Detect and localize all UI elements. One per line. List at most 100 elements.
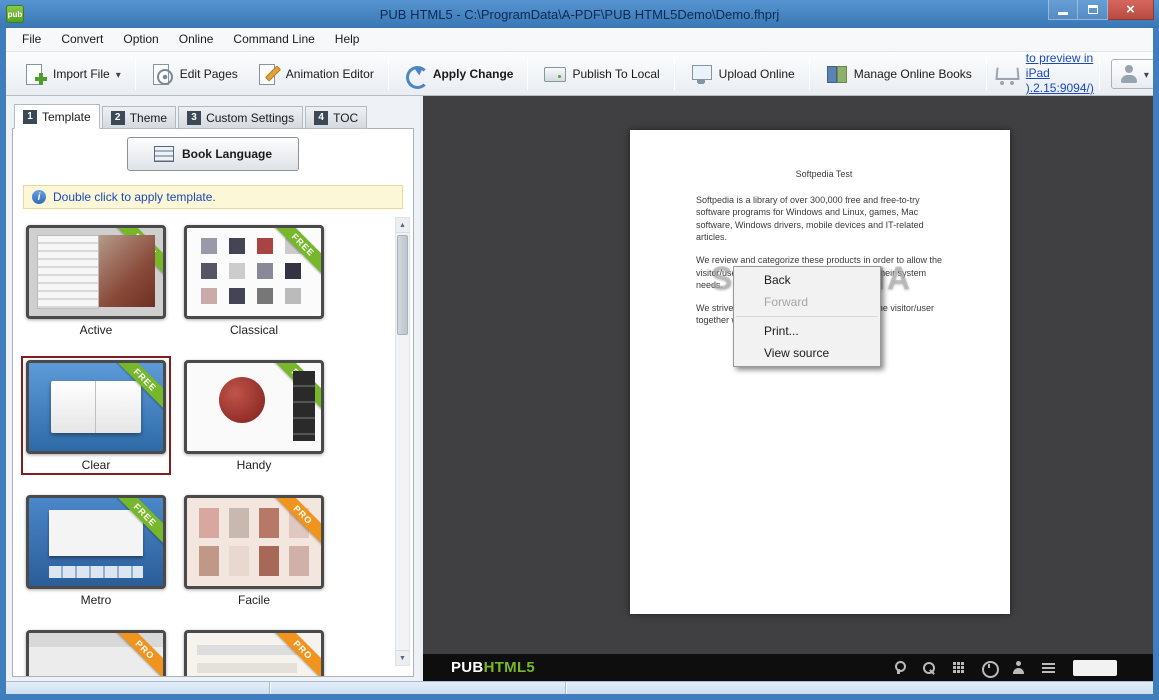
template-name: Metro xyxy=(80,593,112,607)
menu-item-online[interactable]: Online xyxy=(169,28,224,51)
template-cell[interactable]: FREE Handy xyxy=(179,356,329,475)
toolbar-separator xyxy=(1098,57,1100,90)
close-button[interactable] xyxy=(1108,0,1154,20)
context-menu-item-print[interactable]: Print... xyxy=(734,320,880,342)
import-file-button[interactable]: Import File xyxy=(14,57,130,91)
status-segment xyxy=(566,682,1153,694)
player-logo-html5: HTML5 xyxy=(483,659,536,676)
main-toolbar: Import File Edit Pages Animation Editor … xyxy=(6,51,1155,96)
toolbar-separator xyxy=(387,57,389,90)
document-paragraph: Softpedia is a library of over 300,000 f… xyxy=(696,194,924,243)
apply-change-button[interactable]: Apply Change xyxy=(394,57,523,91)
import-file-icon xyxy=(23,62,47,86)
template-cell[interactable]: PRO xyxy=(21,626,171,676)
preview-link-line1[interactable]: to preview in iPad xyxy=(1026,51,1094,81)
player-logo-pub: PUB xyxy=(451,659,484,676)
search-icon[interactable] xyxy=(922,661,935,674)
tab-number: 3 xyxy=(187,110,202,125)
clock-icon[interactable] xyxy=(982,661,999,678)
template-tab-content: Book Language Double click to apply temp… xyxy=(12,128,414,677)
location-icon[interactable] xyxy=(892,661,906,674)
document-page: Softpedia Test Softpedia is a library of… xyxy=(630,130,1010,614)
thumbnails-icon[interactable] xyxy=(952,661,965,674)
template-hint-text: Double click to apply template. xyxy=(53,190,216,204)
context-menu-item-back[interactable]: Back xyxy=(734,269,880,291)
template-badge: PRO xyxy=(269,498,321,549)
template-grid: FREE Active FREE Classical FREE Clear FR… xyxy=(21,221,413,676)
user-icon xyxy=(1117,62,1141,86)
preview-link-line2[interactable]: ).2.15:9094/) xyxy=(1026,81,1094,96)
template-cell[interactable]: FREE Metro xyxy=(21,491,171,610)
menu-item-option[interactable]: Option xyxy=(113,28,168,51)
scrollbar-down-button[interactable] xyxy=(396,650,409,665)
apply-change-label: Apply Change xyxy=(432,66,514,81)
tab-template[interactable]: 1 Template xyxy=(14,104,100,129)
manage-online-books-icon xyxy=(824,62,848,86)
window-title: PUB HTML5 - C:\ProgramData\A-PDF\PUB HTM… xyxy=(379,6,780,22)
template-name: Facile xyxy=(237,593,270,607)
edit-pages-button[interactable]: Edit Pages xyxy=(141,57,247,91)
template-thumb[interactable]: FREE xyxy=(184,225,324,319)
tab-number: 1 xyxy=(23,109,37,124)
tab-label: Template xyxy=(42,109,91,124)
user-icon[interactable] xyxy=(1012,661,1025,674)
scrollbar-up-button[interactable] xyxy=(396,218,409,233)
template-hint: Double click to apply template. xyxy=(23,185,403,209)
template-name: Handy xyxy=(236,458,272,472)
template-cell[interactable]: PRO Facile xyxy=(179,491,329,610)
tab-custom-settings[interactable]: 3 Custom Settings xyxy=(178,106,304,129)
status-bar xyxy=(6,681,1153,694)
menu-bar: File Convert Option Online Command Line … xyxy=(6,28,1153,52)
template-thumb[interactable]: PRO xyxy=(184,630,324,676)
account-button[interactable] xyxy=(1110,58,1155,89)
upload-online-icon xyxy=(689,62,713,86)
window-border-bottom xyxy=(0,694,1159,700)
scrollbar-thumb[interactable] xyxy=(397,235,408,335)
template-cell[interactable]: PRO xyxy=(179,626,329,676)
template-thumb[interactable]: PRO xyxy=(26,630,166,676)
tab-toc[interactable]: 4 TOC xyxy=(305,106,368,129)
toolbar-separator xyxy=(985,57,987,90)
template-badge: PRO xyxy=(111,633,163,676)
minimize-button[interactable] xyxy=(1048,0,1078,20)
import-file-label: Import File xyxy=(53,66,110,81)
template-thumb[interactable]: FREE xyxy=(26,360,166,454)
animation-editor-button[interactable]: Animation Editor xyxy=(247,57,383,91)
menu-item-convert[interactable]: Convert xyxy=(51,28,113,51)
template-thumb[interactable]: PRO xyxy=(184,495,324,589)
player-white-button[interactable] xyxy=(1073,659,1117,676)
menu-item-file[interactable]: File xyxy=(12,28,51,51)
upload-online-button[interactable]: Upload Online xyxy=(680,57,804,91)
publish-to-local-button[interactable]: Publish To Local xyxy=(533,57,668,91)
app-icon: pub xyxy=(6,5,24,23)
template-cell[interactable]: FREE Clear xyxy=(21,356,171,475)
template-thumb[interactable]: FREE xyxy=(184,360,324,454)
context-menu-item-view-source[interactable]: View source xyxy=(734,342,880,364)
book-language-label: Book Language xyxy=(181,147,272,161)
status-segment xyxy=(270,682,566,694)
manage-online-books-button[interactable]: Manage Online Books xyxy=(815,57,981,91)
tab-theme[interactable]: 2 Theme xyxy=(101,106,177,129)
shopping-cart-icon[interactable] xyxy=(992,61,1022,87)
template-thumb[interactable]: FREE xyxy=(26,495,166,589)
book-language-button[interactable]: Book Language xyxy=(127,137,299,171)
menu-icon[interactable] xyxy=(1042,661,1055,674)
template-thumb[interactable]: FREE xyxy=(26,225,166,319)
status-segment xyxy=(6,682,270,694)
publish-to-local-label: Publish To Local xyxy=(572,66,660,81)
apply-change-icon xyxy=(403,62,429,89)
maximize-button[interactable] xyxy=(1078,0,1108,20)
template-name: Classical xyxy=(229,323,278,337)
template-cell[interactable]: FREE Classical xyxy=(179,221,329,340)
template-scrollbar[interactable] xyxy=(395,217,410,666)
tab-number: 4 xyxy=(314,110,329,125)
menu-item-command-line[interactable]: Command Line xyxy=(223,28,324,51)
context-menu-item-forward: Forward xyxy=(764,295,809,309)
document-title: Softpedia Test xyxy=(795,169,853,179)
menu-item-help[interactable]: Help xyxy=(325,28,370,51)
preview-link[interactable]: to preview in iPad ).2.15:9094/) xyxy=(1026,51,1094,96)
template-cell[interactable]: FREE Active xyxy=(21,221,171,340)
template-panel: 1 Template 2 Theme 3 Custom Settings 4 T… xyxy=(6,96,420,681)
minimize-icon xyxy=(1058,11,1068,15)
context-menu: Back Forward Print... View source xyxy=(733,266,881,367)
